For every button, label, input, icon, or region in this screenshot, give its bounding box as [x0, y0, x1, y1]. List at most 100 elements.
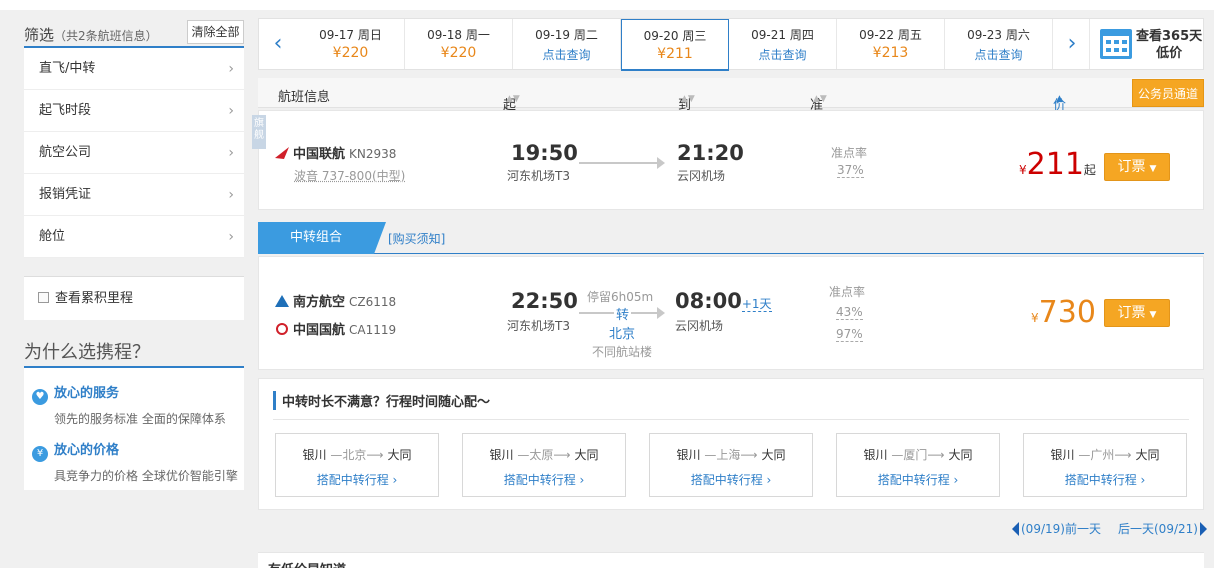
filter-header: 筛选（共2条航班信息） 清除全部: [24, 18, 244, 48]
route-card[interactable]: 银川 —太原⟶ 大同 搭配中转行程 ›: [462, 433, 626, 497]
stopover-duration: 停留6h05m: [587, 290, 654, 304]
depart-airport: 河东机场T3: [507, 169, 570, 183]
date-query-link[interactable]: 点击查询: [945, 46, 1052, 63]
arrive-time: 08:00: [675, 289, 742, 313]
route-card[interactable]: 银川 —厦门⟶ 大同 搭配中转行程 ›: [836, 433, 1000, 497]
next-day-link[interactable]: 后一天(09/21): [1118, 520, 1207, 537]
route-action[interactable]: 搭配中转行程 ›: [837, 471, 999, 488]
date-cell[interactable]: 09-23 周六 点击查询: [945, 19, 1053, 69]
date-price: ¥220: [440, 45, 477, 61]
route-via: 上海: [716, 448, 741, 462]
date-label: 09-23 周六: [967, 28, 1030, 42]
date-cell-active[interactable]: 09-20 周三 ¥211: [621, 19, 729, 71]
filter-item-cabin[interactable]: 舱位 ›: [24, 216, 244, 258]
route-via: 太原: [529, 448, 554, 462]
filter-item-label: 报销凭证: [39, 187, 92, 202]
mileage-checkbox-row[interactable]: 查看累积里程: [24, 276, 244, 320]
arrive-airport: 云冈机场: [675, 319, 724, 333]
chevron-right-icon: ›: [228, 145, 234, 161]
mileage-label: 查看累积里程: [55, 291, 134, 306]
depart-airport: 河东机场T3: [507, 319, 570, 333]
plus-day[interactable]: +1天: [741, 297, 772, 312]
results-column-header: 航班信息 起飞时间▲▼ 到达时间▲▼ 准点率▲▼ 价格▲ 公务员通道: [258, 78, 1204, 170]
caret-down-icon: ▼: [1149, 310, 1157, 320]
why-item-desc: 领先的服务标准 全面的保障体系: [54, 412, 226, 426]
route-action[interactable]: 搭配中转行程 ›: [650, 471, 812, 488]
depart-time: 19:50: [511, 141, 578, 165]
filter-item-airline[interactable]: 航空公司 ›: [24, 132, 244, 174]
triangle-left-icon: [1012, 522, 1019, 536]
route-card[interactable]: 银川 —北京⟶ 大同 搭配中转行程 ›: [275, 433, 439, 497]
why-item-desc: 具竞争力的价格 全球优价智能引擎: [54, 469, 238, 483]
plane-type[interactable]: 波音 737-800(中型): [294, 167, 405, 184]
calendar-365-button[interactable]: 查看365天 低价: [1089, 19, 1203, 69]
route-action[interactable]: 搭配中转行程 ›: [1024, 471, 1186, 488]
route-from: 银川: [1050, 448, 1075, 462]
purchase-notice-link[interactable]: [购买须知]: [388, 230, 445, 247]
prev-day-link[interactable]: (09/19)前一天: [1012, 520, 1101, 537]
filter-item-direct[interactable]: 直飞/中转 ›: [24, 48, 244, 90]
route-action[interactable]: 搭配中转行程 ›: [463, 471, 625, 488]
filter-list: 直飞/中转 › 起飞时段 › 航空公司 › 报销凭证 › 舱位 ›: [24, 48, 244, 258]
route-to: 大同: [948, 448, 973, 462]
date-label: 09-17 周日: [319, 28, 382, 42]
date-query-link[interactable]: 点击查询: [513, 46, 620, 63]
book-button[interactable]: 订票 ▼: [1104, 153, 1170, 181]
date-cell[interactable]: 09-22 周五 ¥213: [837, 19, 945, 69]
airline-name: 南方航空: [293, 295, 346, 310]
route-arrow-icon: —: [704, 448, 717, 462]
price-suffix: 起: [1083, 163, 1096, 177]
filter-item-receipt[interactable]: 报销凭证 ›: [24, 174, 244, 216]
date-label: 09-19 周二: [535, 28, 598, 42]
price-value: 211: [1026, 147, 1084, 182]
terminal-note: 不同航站楼: [592, 345, 653, 359]
currency-symbol: ¥: [1019, 163, 1027, 177]
route-arrow-icon: ⟶: [553, 448, 571, 462]
route-line: 银川 —北京⟶ 大同: [276, 446, 438, 463]
transfer-city[interactable]: 北京: [609, 323, 635, 342]
filter-title-text: 筛选: [24, 26, 55, 44]
depart-time: 22:50: [511, 289, 578, 313]
book-button[interactable]: 订票 ▼: [1104, 299, 1170, 327]
low-price-section: 有低价早知道: [258, 552, 1204, 568]
route-from: 银川: [489, 448, 514, 462]
triangle-right-icon: [1199, 522, 1207, 536]
transfer-flight-card[interactable]: 南方航空 CZ6118 中国国航 CA1119 22:50 河东机场T3 停留6h0…: [258, 256, 1204, 370]
filter-item-label: 航空公司: [39, 145, 92, 160]
route-arrow-icon: —: [1078, 448, 1091, 462]
route-card[interactable]: 银川 —广州⟶ 大同 搭配中转行程 ›: [1023, 433, 1187, 497]
date-cell[interactable]: 09-21 周四 点击查询: [729, 19, 837, 69]
route-arrow-icon: ⟶: [740, 448, 758, 462]
ontime-value: 37%: [837, 163, 864, 178]
low-price-title: 有低价早知道: [268, 559, 346, 568]
filter-sidebar: 筛选（共2条航班信息） 清除全部 直飞/中转 › 起飞时段 › 航空公司 › 报销凭证…: [24, 18, 244, 258]
flight-card[interactable]: 旗舰 中国联航 KN2938 波音 737-800(中型) 19:50 河东机场T…: [252, 110, 1204, 210]
calendar-365-label: 查看365天 低价: [1136, 28, 1202, 62]
date-cell[interactable]: 09-19 周二 点击查询: [513, 19, 621, 69]
tab-transfer-combo[interactable]: 中转组合: [258, 222, 386, 254]
filter-item-label: 直飞/中转: [39, 61, 96, 76]
mileage-checkbox[interactable]: [38, 292, 49, 303]
thumb-icon: ♥: [32, 389, 48, 405]
flight-number: CA1119: [349, 323, 397, 337]
gov-channel-button[interactable]: 公务员通道: [1132, 79, 1204, 107]
transfer-tabbar: 中转组合 [购买须知]: [258, 222, 1204, 254]
filter-count: （共2条航班信息）: [54, 29, 158, 43]
clear-all-button[interactable]: 清除全部: [187, 20, 244, 44]
ontime-label: 准点率: [831, 146, 868, 160]
date-cell[interactable]: 09-18 周一 ¥220: [405, 19, 513, 69]
route-arrow-icon: ⟶: [366, 448, 384, 462]
date-cell[interactable]: 09-17 周日 ¥220: [297, 19, 405, 69]
filter-item-depart-time[interactable]: 起飞时段 ›: [24, 90, 244, 132]
route-card[interactable]: 银川 —上海⟶ 大同 搭配中转行程 ›: [649, 433, 813, 497]
next-dates-arrow-icon[interactable]: ›: [1053, 19, 1091, 69]
prev-dates-arrow-icon[interactable]: ‹: [259, 19, 297, 69]
sort-up-icon: ▲: [1056, 94, 1063, 104]
route-arrow-icon: —: [517, 448, 530, 462]
col-flight-info: 航班信息: [278, 90, 331, 105]
route-action[interactable]: 搭配中转行程 ›: [276, 471, 438, 488]
date-query-link[interactable]: 点击查询: [729, 46, 836, 63]
calendar-icon: [1100, 29, 1132, 59]
next-day-label: 后一天(09/21): [1118, 522, 1198, 536]
filter-item-label: 舱位: [39, 229, 66, 244]
